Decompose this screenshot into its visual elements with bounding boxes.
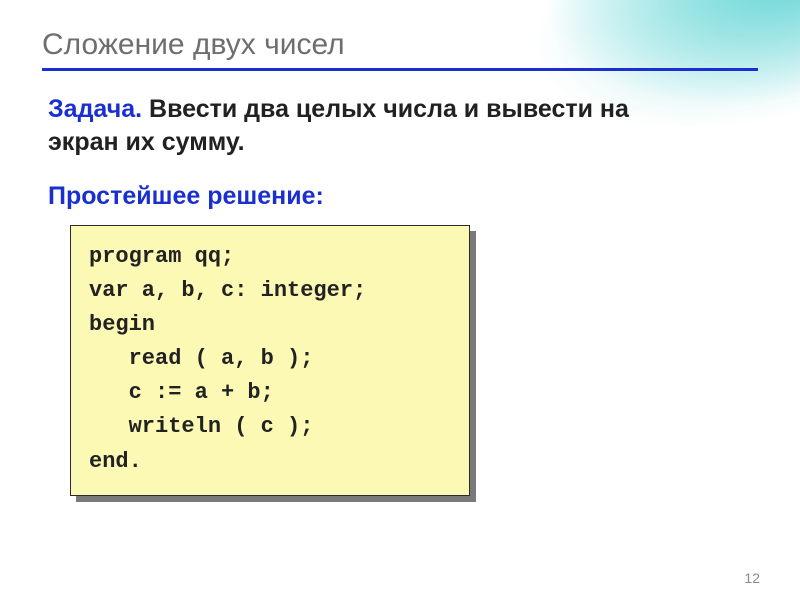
code-line-5: c := a + b;	[89, 376, 451, 410]
code-block-body: program qq; var a, b, c: integer; begin …	[70, 225, 470, 496]
task-label: Задача.	[48, 95, 142, 123]
task-text-line2: экран их сумму.	[48, 128, 245, 156]
code-block: program qq; var a, b, c: integer; begin …	[70, 225, 470, 496]
code-line-2: var a, b, c: integer;	[89, 274, 451, 308]
code-line-6: writeln ( c );	[89, 410, 451, 444]
page-title: Сложение двух чисел	[42, 28, 758, 62]
solution-subhead: Простейшее решение:	[48, 182, 758, 211]
task-text-line1: Ввести два целых числа и вывести на	[142, 95, 629, 123]
title-underline	[42, 68, 758, 71]
code-line-1: program qq;	[89, 240, 451, 274]
slide-content: Сложение двух чисел Задача. Ввести два ц…	[0, 0, 800, 600]
task-statement: Задача. Ввести два целых числа и вывести…	[48, 93, 758, 158]
page-number: 12	[744, 570, 760, 586]
code-line-3: begin	[89, 308, 451, 342]
code-line-7: end.	[89, 445, 451, 479]
code-line-4: read ( a, b );	[89, 342, 451, 376]
